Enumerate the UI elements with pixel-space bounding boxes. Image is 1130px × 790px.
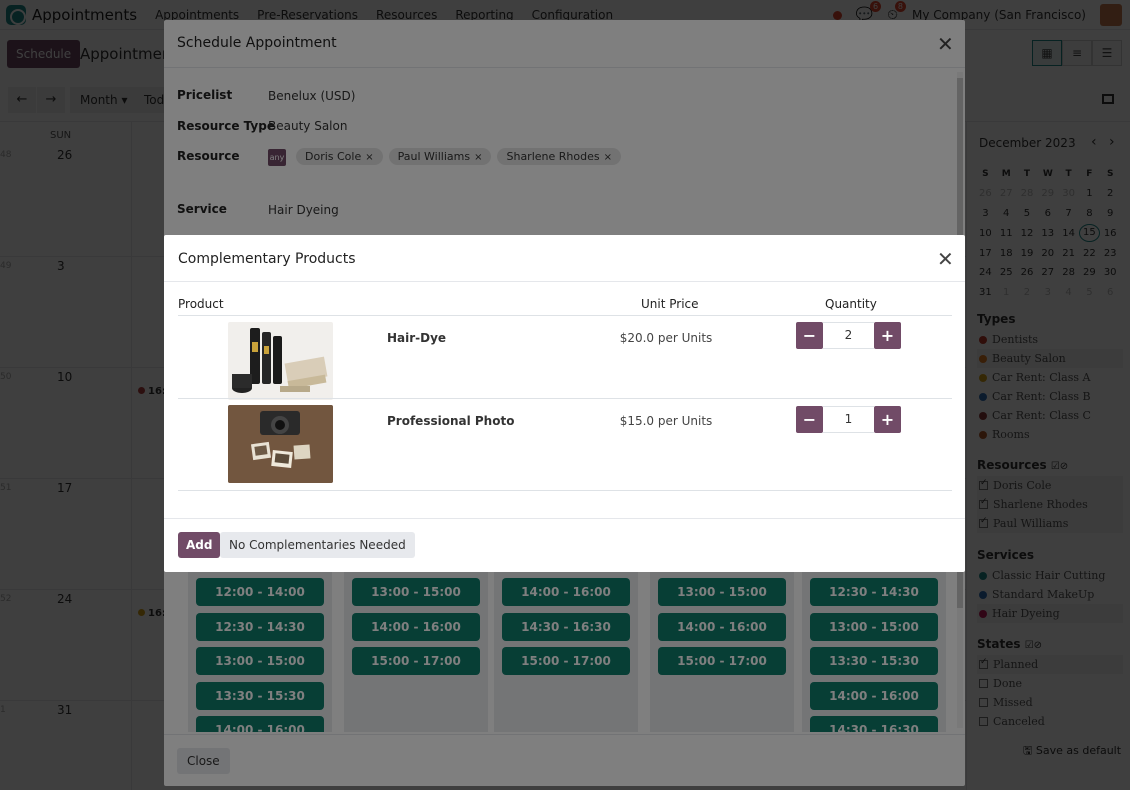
quantity-input[interactable]: 1 bbox=[823, 406, 874, 433]
dialog-header: Complementary Products ✕ bbox=[164, 235, 965, 282]
plus-icon[interactable]: + bbox=[874, 406, 901, 433]
row-divider bbox=[178, 398, 952, 399]
product-unit-price: $20.0 per Units bbox=[619, 331, 713, 345]
no-complementaries-button[interactable]: No Complementaries Needed bbox=[220, 532, 415, 558]
hair-dye-illustration bbox=[228, 322, 333, 400]
hair-dye-product-image bbox=[228, 322, 333, 400]
minus-icon[interactable]: − bbox=[796, 322, 823, 349]
minus-icon[interactable]: − bbox=[796, 406, 823, 433]
product-unit-price: $15.0 per Units bbox=[619, 414, 713, 428]
close-icon[interactable]: ✕ bbox=[937, 249, 954, 269]
quantity-input[interactable]: 2 bbox=[823, 322, 874, 349]
add-button[interactable]: Add bbox=[178, 532, 221, 558]
column-header-quantity: Quantity bbox=[825, 297, 877, 311]
header-divider bbox=[178, 315, 952, 316]
product-name: Hair-Dye bbox=[387, 331, 447, 345]
column-header-unit-price: Unit Price bbox=[641, 297, 699, 311]
row-divider bbox=[178, 490, 952, 491]
plus-icon[interactable]: + bbox=[874, 322, 901, 349]
column-header-product: Product bbox=[178, 297, 224, 311]
camera-photos-illustration bbox=[228, 405, 333, 483]
quantity-stepper: − 1 + bbox=[796, 406, 901, 433]
dialog-title: Complementary Products bbox=[178, 251, 356, 267]
quantity-stepper: − 2 + bbox=[796, 322, 901, 349]
complementary-products-dialog: Complementary Products ✕ Product Unit Pr… bbox=[164, 235, 965, 572]
dialog-footer: Add No Complementaries Needed bbox=[164, 518, 965, 572]
professional-photo-product-image bbox=[228, 405, 333, 483]
product-name: Professional Photo bbox=[387, 414, 515, 428]
